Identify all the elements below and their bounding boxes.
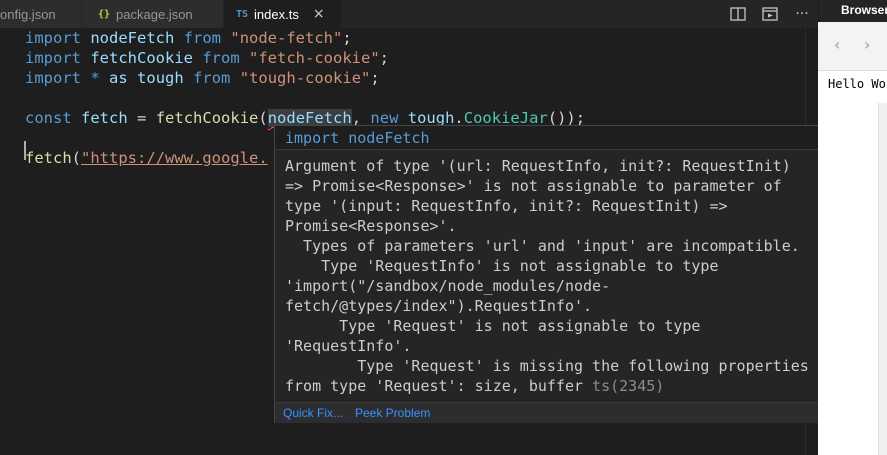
error-message-line: Types of parameters 'url' and 'input' ar…: [285, 237, 800, 255]
error-message-line: from type 'Request': size, buffer ts(234…: [285, 377, 665, 395]
browser-nav-bar: ‹ ›: [818, 22, 887, 71]
error-message-line: => Promise<Response>' is not assignable …: [285, 177, 782, 195]
json-icon: {}: [98, 8, 111, 20]
tab-label: index.ts: [254, 6, 299, 22]
code-line-2: import fetchCookie from "fetch-cookie";: [25, 49, 390, 67]
error-message-line: 'RequestInfo'.: [285, 337, 412, 355]
error-message-line: Type 'Request' is missing the following …: [285, 357, 809, 375]
quick-fix-link[interactable]: Quick Fix...: [283, 406, 343, 420]
error-message-line: type '(input: RequestInfo, init?: Reques…: [285, 197, 728, 215]
hover-tooltip: import nodeFetch Argument of type '(url:…: [274, 125, 849, 423]
tab-package-json[interactable]: {} package.json: [82, 0, 224, 28]
browser-scrollbar[interactable]: [878, 103, 887, 455]
close-icon[interactable]: ×: [313, 6, 325, 22]
forward-icon[interactable]: ›: [864, 35, 870, 54]
error-message-line: fetch/@types/index").RequestInfo'.: [285, 297, 593, 315]
error-message-line: 'import("/sandbox/node_modules/node-: [285, 277, 611, 295]
tab-label: package.json: [116, 6, 193, 22]
error-message-line: Argument of type '(url: RequestInfo, ini…: [285, 157, 791, 175]
more-actions-icon[interactable]: ···: [786, 0, 818, 28]
back-icon[interactable]: ‹: [834, 35, 840, 54]
code-line-1: import nodeFetch from "node-fetch";: [25, 29, 352, 47]
browser-header: Browser: [818, 0, 887, 22]
code-line-3: import * as tough from "tough-cookie";: [25, 69, 380, 87]
typescript-icon: TS: [236, 8, 249, 20]
code-line-7: fetch("https://www.google.: [25, 149, 268, 167]
tab-label: onfig.json: [0, 6, 56, 22]
split-editor-icon[interactable]: [722, 0, 754, 28]
open-preview-icon[interactable]: [754, 0, 786, 28]
tab-index-ts[interactable]: TS index.ts ×: [224, 0, 342, 28]
error-message-line: Type 'Request' is not assignable to type: [285, 317, 701, 335]
editor-actions: ···: [722, 0, 818, 28]
tab-tsconfig-json[interactable]: onfig.json: [0, 0, 82, 28]
text-cursor: [24, 141, 26, 160]
browser-title: Browser: [841, 3, 887, 17]
hover-signature: import nodeFetch: [285, 129, 430, 147]
browser-panel: Browser ‹ › Hello World: [818, 0, 887, 455]
editor-tab-bar: onfig.json {} package.json TS index.ts ×…: [0, 0, 818, 28]
error-code: ts(2345): [592, 377, 665, 395]
peek-problem-link[interactable]: Peek Problem: [355, 406, 430, 420]
hover-signature-bar: import nodeFetch: [275, 126, 848, 150]
browser-content: Hello World: [828, 77, 887, 91]
error-message-line: Type 'RequestInfo' is not assignable to …: [285, 257, 719, 275]
error-message-line: Promise<Response>'.: [285, 217, 457, 235]
hover-actions: Quick Fix... Peek Problem: [275, 402, 848, 423]
